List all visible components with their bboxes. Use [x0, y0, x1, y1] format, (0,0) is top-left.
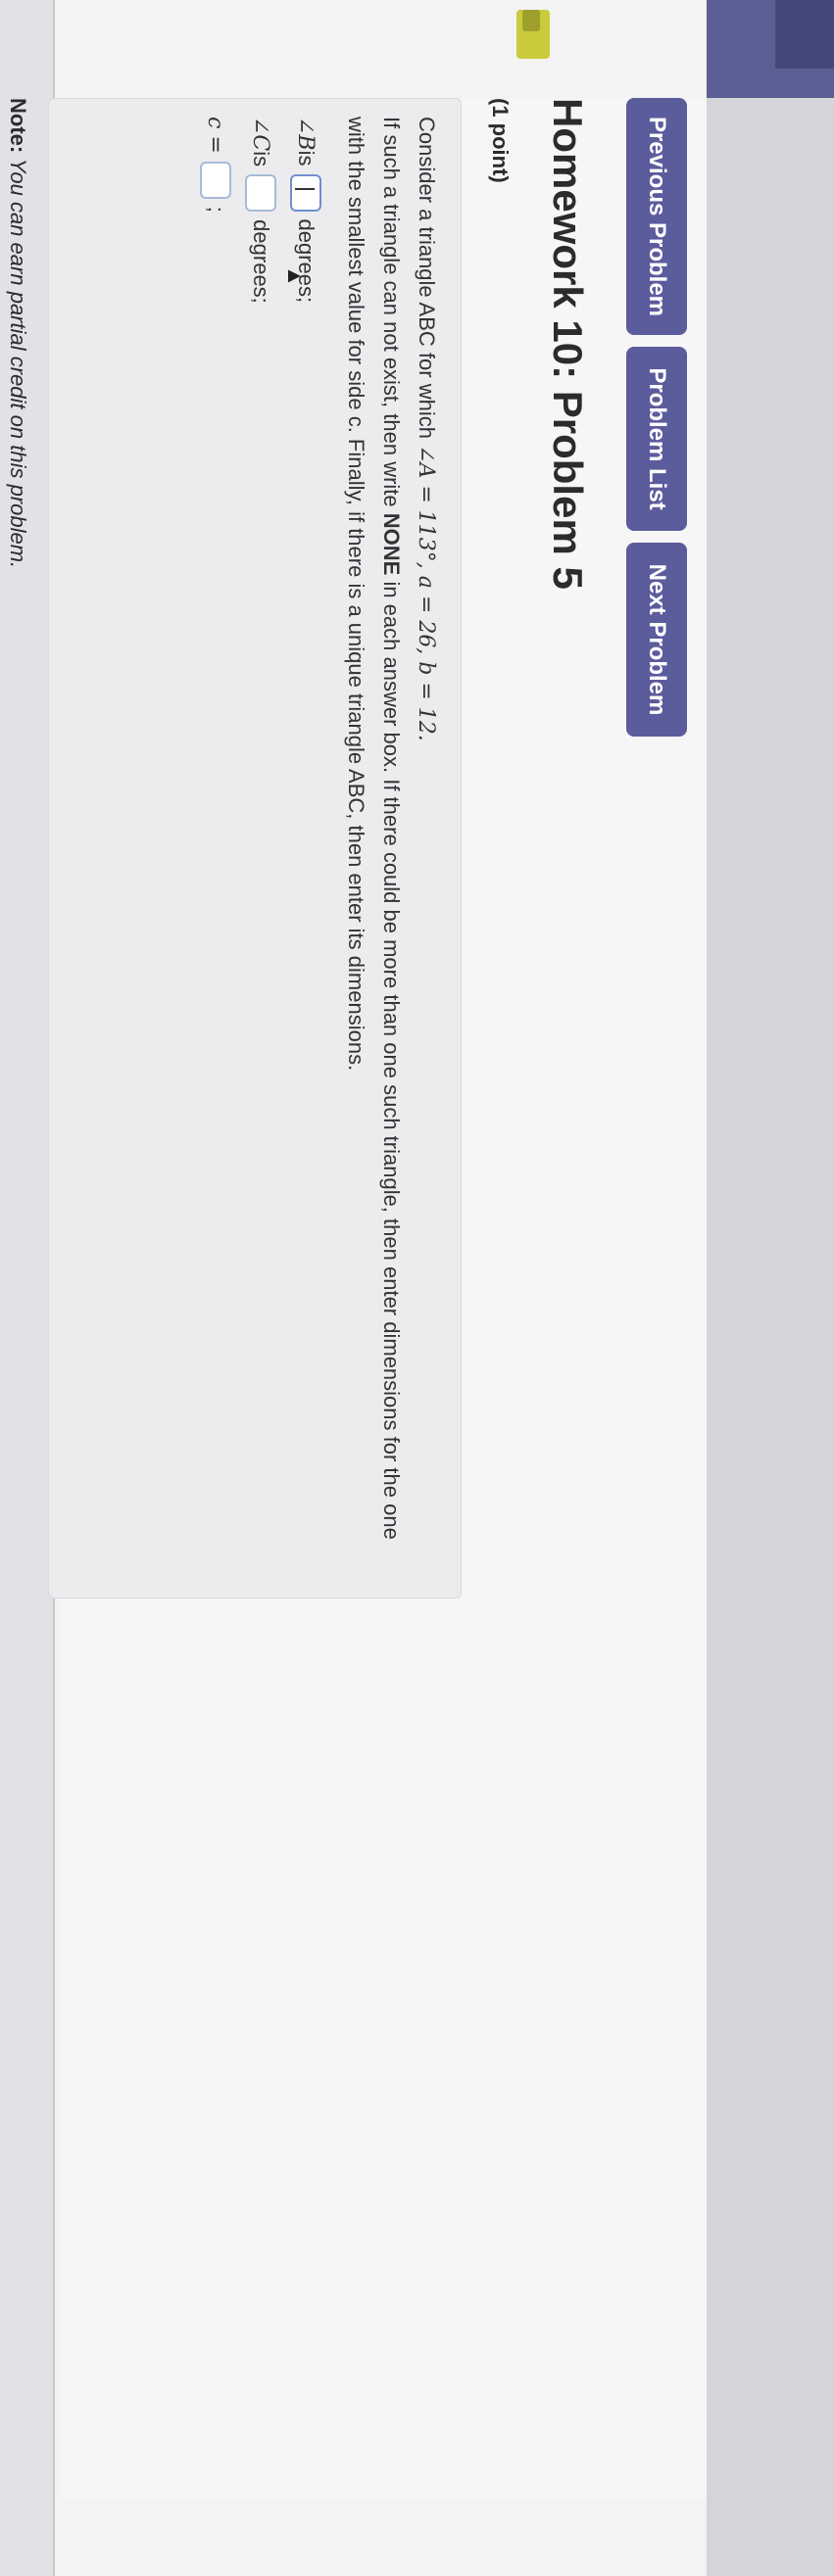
answer-label-math: c =	[203, 117, 228, 154]
points-label: (1 point)	[488, 98, 513, 183]
problem-body: Consider a triangle ABC for which ∠A = 1…	[48, 98, 462, 1598]
problem-statement-line3: with the smallest value for side c. Fina…	[344, 117, 368, 1072]
partial-credit-note: Note: You can earn partial credit on thi…	[5, 98, 30, 568]
answer-suffix: degrees;	[249, 219, 273, 304]
answer-label: is	[249, 151, 273, 167]
note-text: You can earn partial credit on this prob…	[6, 153, 30, 569]
side-c-input[interactable]	[200, 161, 231, 199]
answer-label-math: ∠B	[293, 117, 319, 151]
problem-statement-line2: If such a triangle can not exist, then w…	[378, 117, 404, 1540]
answer-row-side-c: c = ;	[198, 117, 233, 213]
problem-list-button[interactable]: Problem List	[626, 347, 687, 531]
sidebar-fragment-dark	[775, 0, 834, 69]
answer-label-math: ∠C	[248, 117, 273, 152]
answer-suffix: degrees;	[294, 218, 319, 304]
text-caret	[295, 187, 315, 190]
page-title: Homework 10: Problem 5	[545, 98, 591, 590]
problem-nav: Previous Problem Problem List Next Probl…	[626, 98, 687, 737]
answer-row-angle-c: ∠C is degrees;	[243, 117, 278, 304]
statement-text: in each answer box. If there could be mo…	[379, 575, 404, 1540]
problem-statement-line1: Consider a triangle ABC for which ∠A = 1…	[414, 117, 439, 741]
previous-problem-button[interactable]: Previous Problem	[626, 98, 687, 335]
top-margin	[707, 0, 834, 2576]
note-label: Note:	[6, 98, 30, 154]
angle-c-input[interactable]	[245, 174, 276, 213]
statement-text: Consider a triangle ABC for which	[415, 117, 439, 446]
mouse-pointer-icon: ▲	[283, 265, 308, 287]
given-values: ∠A = 113°, a = 26, b = 12.	[414, 445, 438, 741]
problem-page: Previous Problem Problem List Next Probl…	[6, 98, 707, 2498]
angle-b-input[interactable]	[290, 173, 321, 212]
statement-text: If such a triangle can not exist, then w…	[379, 117, 404, 513]
answer-suffix: ;	[204, 206, 228, 213]
answer-label: is	[294, 150, 319, 167]
none-keyword: NONE	[379, 512, 404, 576]
yellow-tab-shade	[522, 10, 540, 31]
next-problem-button[interactable]: Next Problem	[626, 543, 687, 737]
screen: Previous Problem Problem List Next Probl…	[0, 0, 834, 2576]
